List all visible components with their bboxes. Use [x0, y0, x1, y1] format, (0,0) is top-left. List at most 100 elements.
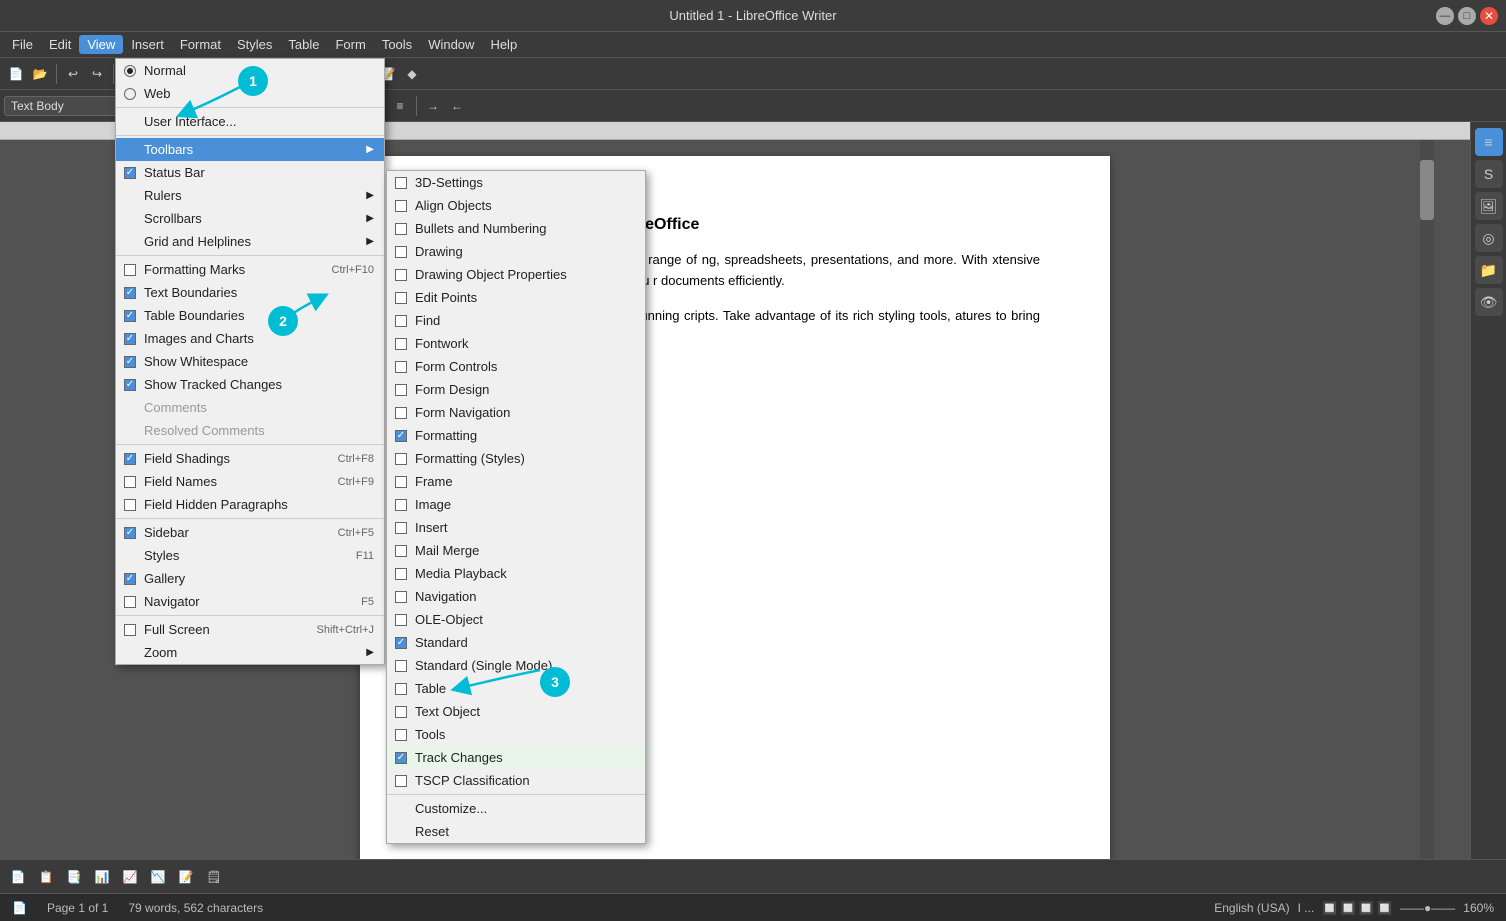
tb-table[interactable]: Table: [387, 677, 645, 700]
close-button[interactable]: ✕: [1480, 7, 1498, 25]
view-normal[interactable]: Normal: [116, 59, 384, 82]
bt-8[interactable]: 🗒: [202, 865, 226, 889]
view-web[interactable]: Web: [116, 82, 384, 105]
toolbars-submenu[interactable]: 3D-Settings Align Objects Bullets and Nu…: [386, 170, 646, 844]
tb-ole[interactable]: OLE-Object: [387, 608, 645, 631]
view-field-names[interactable]: Field Names Ctrl+F9: [116, 470, 384, 493]
tb-customize[interactable]: Customize...: [387, 797, 645, 820]
view-scrollbars[interactable]: Scrollbars: [116, 207, 384, 230]
tb-drawing-obj-props[interactable]: Drawing Object Properties: [387, 263, 645, 286]
sidebar-navigator-icon[interactable]: ◎: [1475, 224, 1503, 252]
cb-mail-merge: [395, 545, 407, 557]
indent-button[interactable]: →: [421, 94, 445, 118]
undo-button[interactable]: ↩: [61, 62, 85, 86]
view-zoom[interactable]: Zoom: [116, 641, 384, 664]
view-styles[interactable]: Styles F11: [116, 544, 384, 567]
menu-table[interactable]: Table: [280, 35, 327, 54]
tb-formatting[interactable]: Formatting: [387, 424, 645, 447]
sidebar-folder-icon[interactable]: 📁: [1475, 256, 1503, 284]
menu-help[interactable]: Help: [482, 35, 525, 54]
status-page: Page 1 of 1: [47, 901, 108, 915]
tb-drawing[interactable]: Drawing: [387, 240, 645, 263]
sidebar-properties-icon[interactable]: ≡: [1475, 128, 1503, 156]
tb-track-changes[interactable]: Track Changes: [387, 746, 645, 769]
tb-form-design[interactable]: Form Design: [387, 378, 645, 401]
style-selector[interactable]: Text Body: [4, 96, 124, 116]
cb-table-boundaries: [124, 310, 136, 322]
tb-edit-points[interactable]: Edit Points: [387, 286, 645, 309]
tb-bullets[interactable]: Bullets and Numbering: [387, 217, 645, 240]
justify-button[interactable]: ≡: [388, 94, 412, 118]
tb-insert[interactable]: Insert: [387, 516, 645, 539]
view-status-bar[interactable]: Status Bar: [116, 161, 384, 184]
tb-mail-merge[interactable]: Mail Merge: [387, 539, 645, 562]
maximize-button[interactable]: □: [1458, 7, 1476, 25]
view-field-shadings[interactable]: Field Shadings Ctrl+F8: [116, 447, 384, 470]
bt-5[interactable]: 📈: [118, 865, 142, 889]
tb-standard-single[interactable]: Standard (Single Mode): [387, 654, 645, 677]
tb-3d-settings[interactable]: 3D-Settings: [387, 171, 645, 194]
tb-standard[interactable]: Standard: [387, 631, 645, 654]
sidebar-styles-icon[interactable]: S: [1475, 160, 1503, 188]
bt-2[interactable]: 📋: [34, 865, 58, 889]
view-images-charts[interactable]: Images and Charts: [116, 327, 384, 350]
sidebar-eye-icon[interactable]: 👁: [1475, 288, 1503, 316]
view-full-screen[interactable]: Full Screen Shift+Ctrl+J: [116, 618, 384, 641]
bt-1[interactable]: 📄: [6, 865, 30, 889]
menu-file[interactable]: File: [4, 35, 41, 54]
tb-form-controls[interactable]: Form Controls: [387, 355, 645, 378]
view-sidebar[interactable]: Sidebar Ctrl+F5: [116, 521, 384, 544]
minimize-button[interactable]: —: [1436, 7, 1454, 25]
view-formatting-marks[interactable]: Formatting Marks Ctrl+F10: [116, 258, 384, 281]
scroll-thumb[interactable]: [1420, 160, 1434, 220]
view-show-whitespace[interactable]: Show Whitespace: [116, 350, 384, 373]
new-button[interactable]: 📄: [4, 62, 28, 86]
view-gallery[interactable]: Gallery: [116, 567, 384, 590]
view-dropdown[interactable]: Normal Web User Interface... Toolbars St…: [115, 58, 385, 665]
sidebar-gallery-icon[interactable]: 🖼: [1475, 192, 1503, 220]
bt-4[interactable]: 📊: [90, 865, 114, 889]
scroll-track[interactable]: [1420, 140, 1434, 859]
menu-styles[interactable]: Styles: [229, 35, 280, 54]
redo-button[interactable]: ↪: [85, 62, 109, 86]
view-user-interface[interactable]: User Interface...: [116, 110, 384, 133]
diamond-button[interactable]: ◆: [400, 62, 424, 86]
tb-reset[interactable]: Reset: [387, 820, 645, 843]
menu-view[interactable]: View: [79, 35, 123, 54]
bt-6[interactable]: 📉: [146, 865, 170, 889]
view-text-boundaries[interactable]: Text Boundaries: [116, 281, 384, 304]
open-button[interactable]: 📂: [28, 62, 52, 86]
menu-insert[interactable]: Insert: [123, 35, 172, 54]
tb-align-objects[interactable]: Align Objects: [387, 194, 645, 217]
tb-text-object[interactable]: Text Object: [387, 700, 645, 723]
tb-frame[interactable]: Frame: [387, 470, 645, 493]
bt-3[interactable]: 📑: [62, 865, 86, 889]
tb-form-nav[interactable]: Form Navigation: [387, 401, 645, 424]
tb-navigation[interactable]: Navigation: [387, 585, 645, 608]
view-grid[interactable]: Grid and Helplines: [116, 230, 384, 253]
menu-format[interactable]: Format: [172, 35, 229, 54]
menu-edit[interactable]: Edit: [41, 35, 79, 54]
tb-formatting-styles[interactable]: Formatting (Styles): [387, 447, 645, 470]
cb-field-names: [124, 476, 136, 488]
bt-7[interactable]: 📝: [174, 865, 198, 889]
cb-navigator: [124, 596, 136, 608]
view-show-tracked[interactable]: Show Tracked Changes: [116, 373, 384, 396]
tb-media[interactable]: Media Playback: [387, 562, 645, 585]
tb-find[interactable]: Find: [387, 309, 645, 332]
menu-form[interactable]: Form: [327, 35, 373, 54]
view-toolbars[interactable]: Toolbars: [116, 138, 384, 161]
menu-tools[interactable]: Tools: [374, 35, 420, 54]
outdent-button[interactable]: ←: [445, 94, 469, 118]
tb-image[interactable]: Image: [387, 493, 645, 516]
tb-tscp[interactable]: TSCP Classification: [387, 769, 645, 792]
status-zoom-slider[interactable]: ——●——: [1400, 901, 1455, 915]
tb-tools[interactable]: Tools: [387, 723, 645, 746]
view-navigator[interactable]: Navigator F5: [116, 590, 384, 613]
status-page-icon: 📄: [12, 901, 27, 915]
view-table-boundaries[interactable]: Table Boundaries: [116, 304, 384, 327]
view-rulers[interactable]: Rulers: [116, 184, 384, 207]
view-field-hidden[interactable]: Field Hidden Paragraphs: [116, 493, 384, 516]
tb-fontwork[interactable]: Fontwork: [387, 332, 645, 355]
menu-window[interactable]: Window: [420, 35, 482, 54]
